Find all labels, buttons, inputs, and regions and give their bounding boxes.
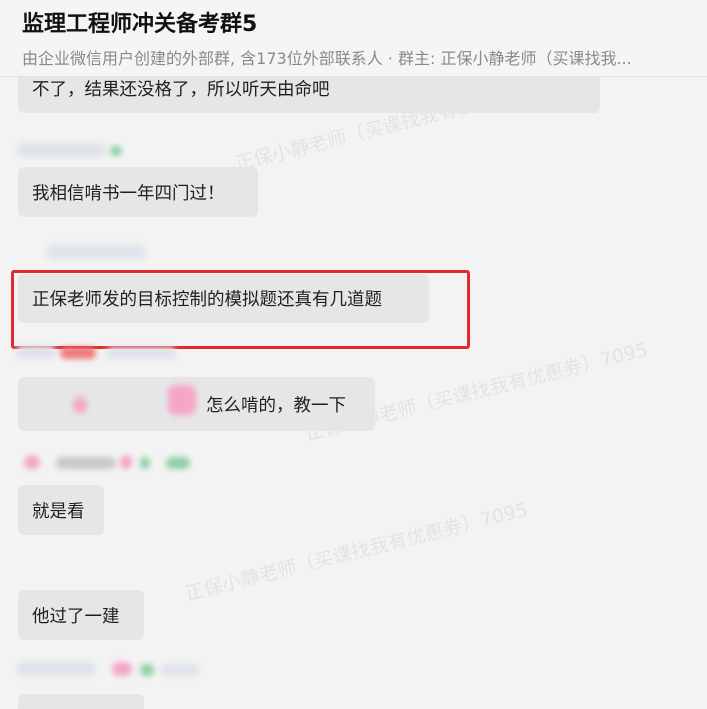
- message-bubble[interactable]: [18, 694, 144, 709]
- message-text: 不了，结果还没格了，所以听天由命吧: [32, 79, 330, 100]
- message-bubble[interactable]: 他过了一建: [18, 590, 144, 640]
- group-title[interactable]: 监理工程师冲关备考群5: [22, 6, 257, 38]
- blurred-emoji: [73, 397, 87, 413]
- message-bubble[interactable]: 不了，结果还没格了，所以听天由命吧: [18, 77, 600, 113]
- message-bubble[interactable]: 正保老师发的目标控制的模拟题还真有几道题: [18, 274, 429, 323]
- blurred-emoji: [168, 385, 196, 415]
- message-text: 正保老师发的目标控制的模拟题还真有几道题: [32, 290, 382, 310]
- message-list[interactable]: 正保小静老师（买课找我有优惠券）7095 正保小静老师（买课找我有优惠券）709…: [0, 77, 707, 709]
- message-bubble[interactable]: 就是看: [18, 485, 104, 535]
- chat-header: 监理工程师冲关备考群5 由企业微信用户创建的外部群, 含173位外部联系人 · …: [0, 0, 707, 77]
- message-text: 他过了一建: [32, 606, 120, 627]
- message-text: 我相信啃书一年四门过！: [32, 183, 225, 204]
- group-subtitle[interactable]: 由企业微信用户创建的外部群, 含173位外部联系人 · 群主: 正保小静老师（买…: [22, 45, 702, 69]
- message-bubble[interactable]: 我相信啃书一年四门过！: [18, 167, 258, 217]
- watermark: 正保小静老师（买课找我有优惠券）7095: [182, 498, 531, 606]
- message-text: 就是看: [32, 501, 85, 522]
- message-bubble[interactable]: 怎么啃的，教一下: [18, 377, 375, 431]
- message-text: 怎么啃的，教一下: [206, 395, 346, 416]
